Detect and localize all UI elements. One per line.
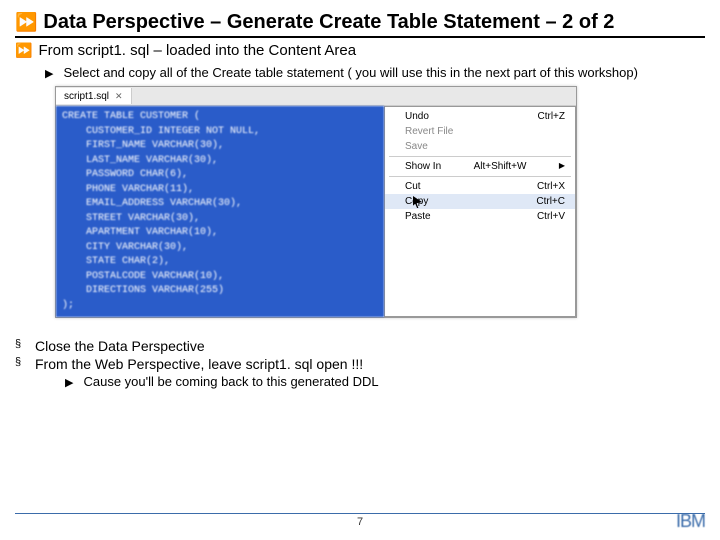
ctx-cut[interactable]: Cut Ctrl+X	[385, 179, 575, 194]
bullet-subitem: ▶ Cause you'll be coming back to this ge…	[65, 374, 705, 389]
ctx-label: Paste	[405, 211, 431, 222]
ctx-paste[interactable]: Paste Ctrl+V	[385, 209, 575, 224]
ctx-save: Save	[385, 139, 575, 154]
bullet-text: Select and copy all of the Create table …	[63, 65, 637, 80]
lower-bullets: § Close the Data Perspective § From the …	[15, 338, 705, 389]
editor-tab[interactable]: script1.sql ✕	[56, 88, 132, 104]
separator	[389, 156, 571, 157]
tab-label: script1.sql	[64, 91, 109, 102]
context-menu: Undo Ctrl+Z Revert File Save Show In Alt…	[384, 106, 576, 317]
logo-text: IBM	[676, 512, 705, 530]
bullet-level1: ⏩ From script1. sql – loaded into the Co…	[15, 42, 705, 59]
slide-footer: 7 IBM	[15, 513, 705, 528]
bullet-text: From script1. sql – loaded into the Cont…	[38, 42, 356, 59]
chevron-right-icon: ▶	[559, 161, 565, 172]
fast-forward-icon: ⏩	[15, 42, 32, 59]
ctx-shortcut: Ctrl+Z	[538, 111, 566, 122]
ctx-shortcut: Alt+Shift+W	[474, 161, 527, 172]
close-icon[interactable]: ✕	[115, 91, 123, 102]
bullet-item: § From the Web Perspective, leave script…	[15, 356, 705, 372]
ctx-label: Copy	[405, 196, 428, 207]
editor-body: CREATE TABLE CUSTOMER ( CUSTOMER_ID INTE…	[56, 106, 576, 317]
ctx-label: Undo	[405, 111, 429, 122]
page-number: 7	[357, 516, 363, 528]
square-bullet-icon: §	[15, 356, 35, 372]
sql-code-selection[interactable]: CREATE TABLE CUSTOMER ( CUSTOMER_ID INTE…	[56, 106, 384, 317]
ibm-logo: IBM	[676, 512, 705, 530]
triangle-bullet-icon: ▶	[45, 67, 53, 80]
slide-title: Data Perspective – Generate Create Table…	[43, 10, 614, 34]
ctx-show-in[interactable]: Show In Alt+Shift+W ▶	[385, 159, 575, 174]
triangle-bullet-icon: ▶	[65, 376, 73, 389]
separator	[389, 176, 571, 177]
ctx-label: Revert File	[405, 126, 453, 137]
ctx-shortcut: Ctrl+X	[537, 181, 565, 192]
editor-tab-bar: script1.sql ✕	[56, 87, 576, 106]
square-bullet-icon: §	[15, 338, 35, 354]
bullet-item: § Close the Data Perspective	[15, 338, 705, 354]
fast-forward-icon: ⏩	[15, 12, 37, 33]
slide-title-row: ⏩ Data Perspective – Generate Create Tab…	[15, 10, 705, 38]
ctx-undo[interactable]: Undo Ctrl+Z	[385, 109, 575, 124]
ctx-shortcut: Ctrl+V	[537, 211, 565, 222]
ctx-label: Cut	[405, 181, 421, 192]
bullet-text: Cause you'll be coming back to this gene…	[83, 374, 378, 389]
bullet-text: Close the Data Perspective	[35, 338, 205, 354]
ctx-shortcut: Ctrl+C	[536, 196, 565, 207]
ctx-revert: Revert File	[385, 124, 575, 139]
bullet-level2: ▶ Select and copy all of the Create tabl…	[45, 65, 705, 80]
bullet-text: From the Web Perspective, leave script1.…	[35, 356, 363, 372]
ctx-label: Show In	[405, 161, 441, 172]
editor-screenshot: script1.sql ✕ CREATE TABLE CUSTOMER ( CU…	[55, 86, 577, 318]
ctx-copy[interactable]: Copy Ctrl+C	[385, 194, 575, 209]
ctx-label: Save	[405, 141, 428, 152]
